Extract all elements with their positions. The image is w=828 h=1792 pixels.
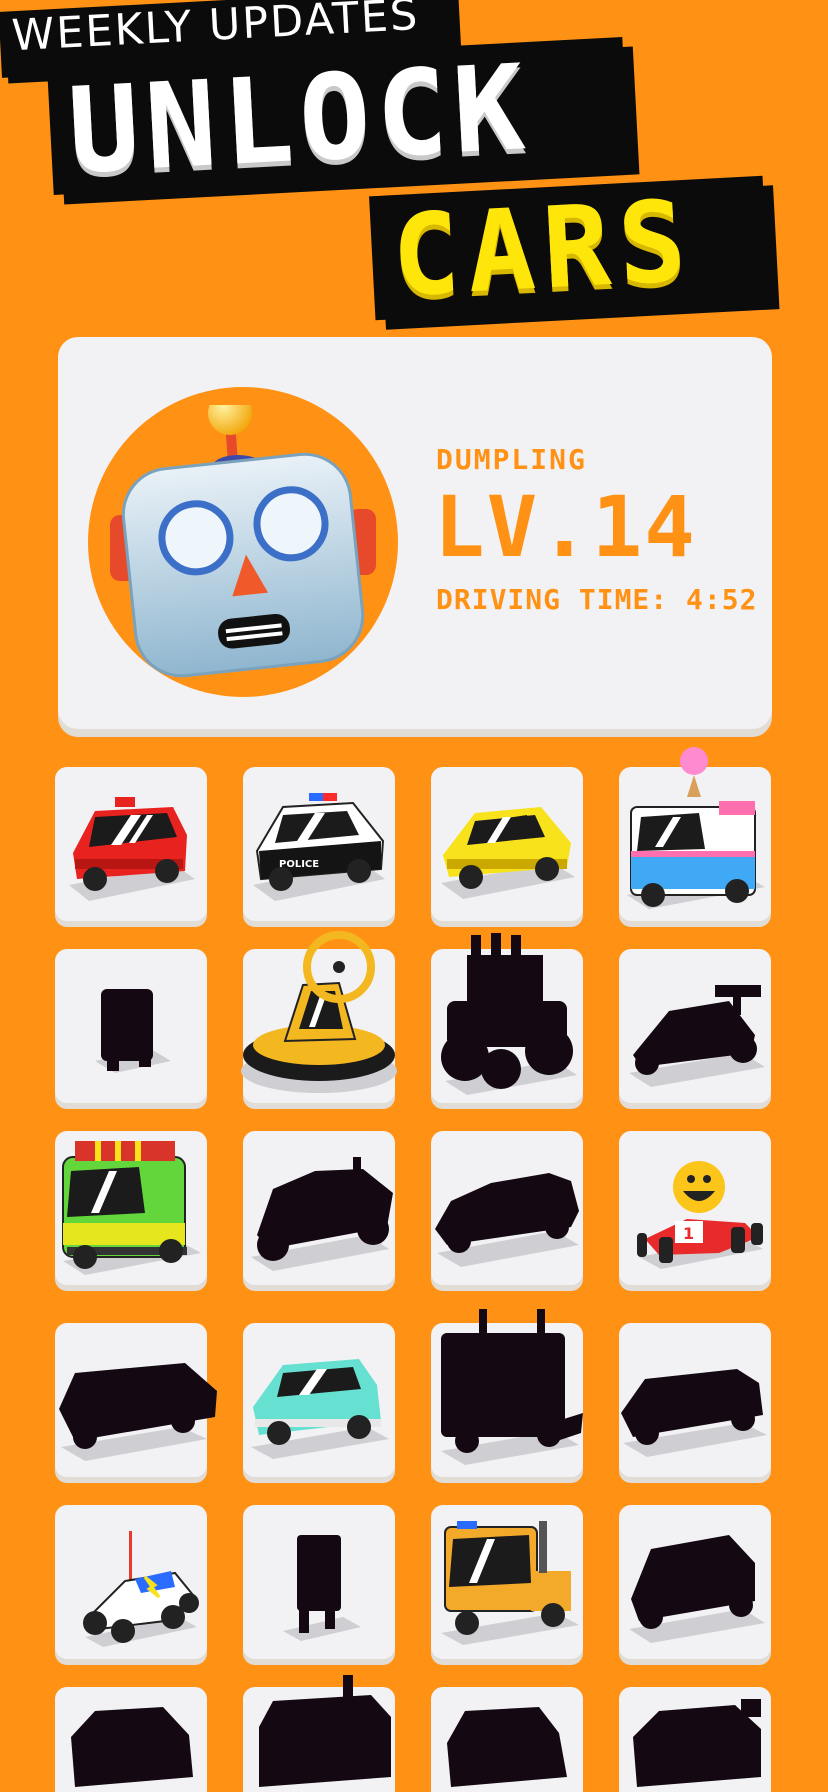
- car-tile-red-hatchback[interactable]: [55, 767, 207, 921]
- locked-car-silhouette-icon: [447, 1707, 567, 1787]
- locked-car-silhouette-icon: [251, 1157, 393, 1271]
- locked-car-silhouette-icon: [71, 1707, 193, 1787]
- smiley-kart-icon: 1: [637, 1161, 763, 1269]
- car-tile-jungle-bus[interactable]: [55, 1131, 207, 1285]
- locked-car-silhouette-icon: [441, 1309, 583, 1465]
- screen: UNLOCK CARS DUMPLING LV.14 DRIVING TIME:…: [0, 0, 828, 1792]
- car-tile-smiley-kart[interactable]: 1: [619, 1131, 771, 1285]
- locked-car-silhouette-icon: [435, 1173, 579, 1267]
- locked-car-silhouette-icon: [633, 1699, 761, 1787]
- car-tile-tow-truck[interactable]: [431, 1505, 583, 1659]
- car-tile-compact-car[interactable]: [619, 1505, 771, 1659]
- locked-car-silhouette-icon: [283, 1535, 361, 1641]
- hovercraft-icon: [241, 931, 397, 1093]
- tow-truck-icon: [441, 1521, 579, 1645]
- car-tile-police-car[interactable]: POLICE: [243, 767, 395, 921]
- car-tile-sports-coupe[interactable]: [431, 1131, 583, 1285]
- subtitle-text: WEEKLY UPDATES: [10, 0, 421, 62]
- car-tile-hovercraft[interactable]: [241, 931, 397, 1103]
- police-car-icon: POLICE: [253, 793, 385, 901]
- car-tile-rc-buggy[interactable]: [55, 1505, 207, 1659]
- car-tile-retro-sedan[interactable]: [243, 1323, 395, 1477]
- player-name: DUMPLING: [436, 443, 587, 476]
- car-tile-ice-cream-van[interactable]: [619, 747, 771, 921]
- car-tile-monster-truck[interactable]: [431, 933, 583, 1103]
- locked-car-silhouette-icon: [259, 1675, 391, 1787]
- driving-time: DRIVING TIME: 4:52: [436, 583, 758, 616]
- car-tile-tall-truck[interactable]: [243, 1675, 395, 1792]
- yellow-muscle-car-icon: [441, 807, 575, 899]
- title-banner-cars: CARS: [369, 175, 769, 323]
- red-hatchback-icon: [69, 797, 195, 901]
- car-tile-walker[interactable]: [243, 1505, 395, 1659]
- ice-cream-van-icon: [627, 747, 765, 909]
- avatar: [88, 387, 398, 697]
- car-tile-hatch[interactable]: [431, 1687, 583, 1792]
- locked-car-silhouette-icon: [441, 933, 577, 1095]
- player-level: LV.14: [434, 478, 697, 576]
- car-tile-formula-racer[interactable]: [619, 949, 771, 1103]
- car-tile-beetle[interactable]: [55, 1687, 207, 1792]
- car-tile-big-rig[interactable]: [431, 1309, 583, 1477]
- car-tile-jeep[interactable]: [619, 1687, 771, 1792]
- svg-text:1: 1: [683, 1224, 694, 1243]
- locked-car-silhouette-icon: [621, 1369, 767, 1457]
- car-tile-armored-truck[interactable]: [55, 1323, 217, 1477]
- car-tile-rally-buggy[interactable]: [243, 1131, 395, 1285]
- locked-car-silhouette-icon: [629, 1535, 765, 1643]
- car-tile-yellow-muscle-car[interactable]: [431, 767, 583, 921]
- jungle-bus-icon: [62, 1141, 201, 1275]
- rc-buggy-icon: [83, 1531, 199, 1647]
- retro-sedan-icon: [251, 1359, 389, 1459]
- car-tile-mini-upright[interactable]: [55, 949, 207, 1103]
- locked-car-silhouette-icon: [59, 1363, 217, 1461]
- title-line-cars: CARS: [388, 176, 697, 323]
- car-tile-suv[interactable]: [619, 1323, 771, 1477]
- profile-card: DUMPLING LV.14 DRIVING TIME: 4:52: [58, 337, 772, 729]
- locked-car-silhouette-icon: [629, 985, 765, 1087]
- robot-face-icon: [110, 405, 376, 678]
- locked-car-silhouette-icon: [95, 989, 171, 1073]
